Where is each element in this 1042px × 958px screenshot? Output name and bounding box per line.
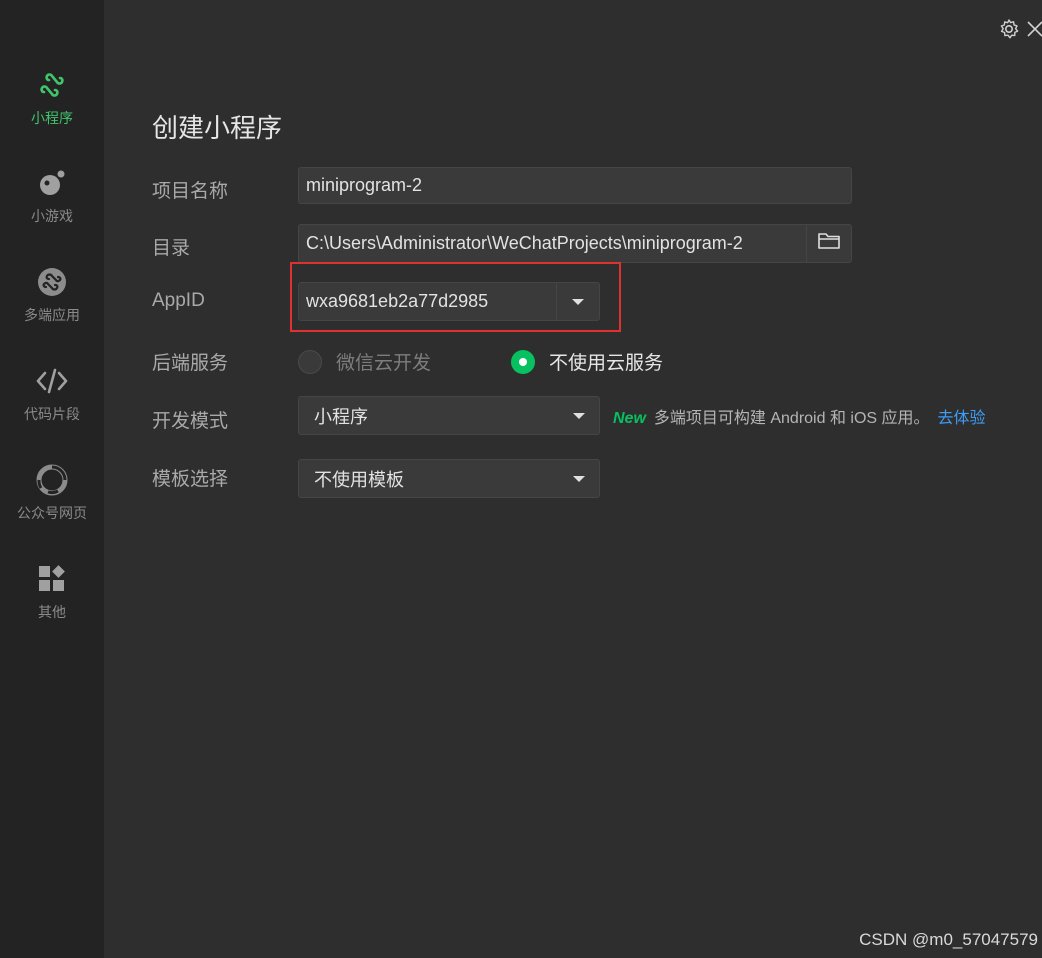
hint-text: 多端项目可构建 Android 和 iOS 应用。 bbox=[653, 410, 930, 427]
appid-combobox[interactable]: wxa9681eb2a77d2985 bbox=[298, 282, 600, 321]
sidebar-item-other[interactable]: 其他 bbox=[0, 562, 104, 642]
radio-dot bbox=[298, 349, 322, 374]
radio-label: 微信云开发 bbox=[336, 353, 432, 374]
dev-mode-select[interactable]: 小程序 bbox=[298, 396, 600, 435]
sidebar-item-label: 多端应用 bbox=[24, 307, 80, 323]
dev-mode-label: 开发模式 bbox=[152, 411, 229, 432]
sidebar-item-code-snippet[interactable]: 代码片段 bbox=[0, 364, 104, 444]
chevron-down-icon bbox=[572, 298, 584, 305]
sidebar-item-label: 公众号网页 bbox=[17, 505, 87, 521]
sidebar-item-label: 其他 bbox=[38, 604, 66, 620]
directory-input[interactable]: C:\Users\Administrator\WeChatProjects\mi… bbox=[298, 224, 852, 263]
page-title: 创建小程序 bbox=[152, 113, 283, 143]
miniprogram-icon bbox=[35, 68, 69, 102]
radio-dot bbox=[511, 349, 535, 374]
watermark: CSDN @m0_57047579 bbox=[859, 930, 1038, 949]
close-icon[interactable] bbox=[1026, 18, 1042, 45]
chevron-down-icon bbox=[573, 475, 585, 482]
directory-label: 目录 bbox=[152, 238, 191, 259]
try-it-link[interactable]: 去体验 bbox=[938, 410, 986, 427]
project-name-label: 项目名称 bbox=[152, 181, 229, 202]
official-account-icon bbox=[35, 463, 69, 497]
template-label: 模板选择 bbox=[152, 469, 229, 490]
window-controls bbox=[998, 18, 1042, 45]
chevron-down-icon bbox=[573, 412, 585, 419]
appid-label: AppID bbox=[152, 290, 205, 311]
dev-mode-value: 小程序 bbox=[314, 406, 368, 427]
radio-wechat-cloud[interactable]: 微信云开发 bbox=[298, 348, 431, 375]
sidebar: 小程序 小游戏 多端应用 代码片段 公众号网页 其他 bbox=[0, 0, 104, 958]
browse-folder-button[interactable] bbox=[806, 225, 851, 262]
radio-label: 不使用云服务 bbox=[549, 353, 664, 374]
project-name-input[interactable]: miniprogram-2 bbox=[298, 167, 852, 204]
sidebar-item-multiplatform[interactable]: 多端应用 bbox=[0, 265, 104, 345]
appid-value: wxa9681eb2a77d2985 bbox=[306, 291, 489, 311]
sidebar-item-label: 小游戏 bbox=[31, 208, 73, 224]
sidebar-item-official-account[interactable]: 公众号网页 bbox=[0, 463, 104, 543]
other-apps-icon bbox=[35, 562, 69, 596]
directory-value: C:\Users\Administrator\WeChatProjects\mi… bbox=[306, 233, 743, 253]
folder-icon bbox=[817, 231, 841, 256]
multiplatform-icon bbox=[35, 265, 69, 299]
project-name-value: miniprogram-2 bbox=[306, 175, 423, 195]
code-snippet-icon bbox=[35, 364, 69, 398]
radio-no-cloud[interactable]: 不使用云服务 bbox=[511, 348, 663, 375]
gear-icon[interactable] bbox=[998, 18, 1020, 45]
template-value: 不使用模板 bbox=[314, 469, 404, 490]
sidebar-item-minigame[interactable]: 小游戏 bbox=[0, 166, 104, 246]
sidebar-item-label: 小程序 bbox=[31, 110, 73, 126]
backend-label: 后端服务 bbox=[152, 353, 229, 374]
template-select[interactable]: 不使用模板 bbox=[298, 459, 600, 498]
sidebar-item-miniprogram[interactable]: 小程序 bbox=[0, 68, 104, 148]
multiplatform-hint: New 多端项目可构建 Android 和 iOS 应用。 去体验 bbox=[613, 404, 986, 428]
new-badge: New bbox=[613, 410, 646, 427]
appid-dropdown-button[interactable] bbox=[556, 283, 599, 320]
sidebar-item-label: 代码片段 bbox=[24, 406, 80, 422]
minigame-icon bbox=[35, 166, 69, 200]
